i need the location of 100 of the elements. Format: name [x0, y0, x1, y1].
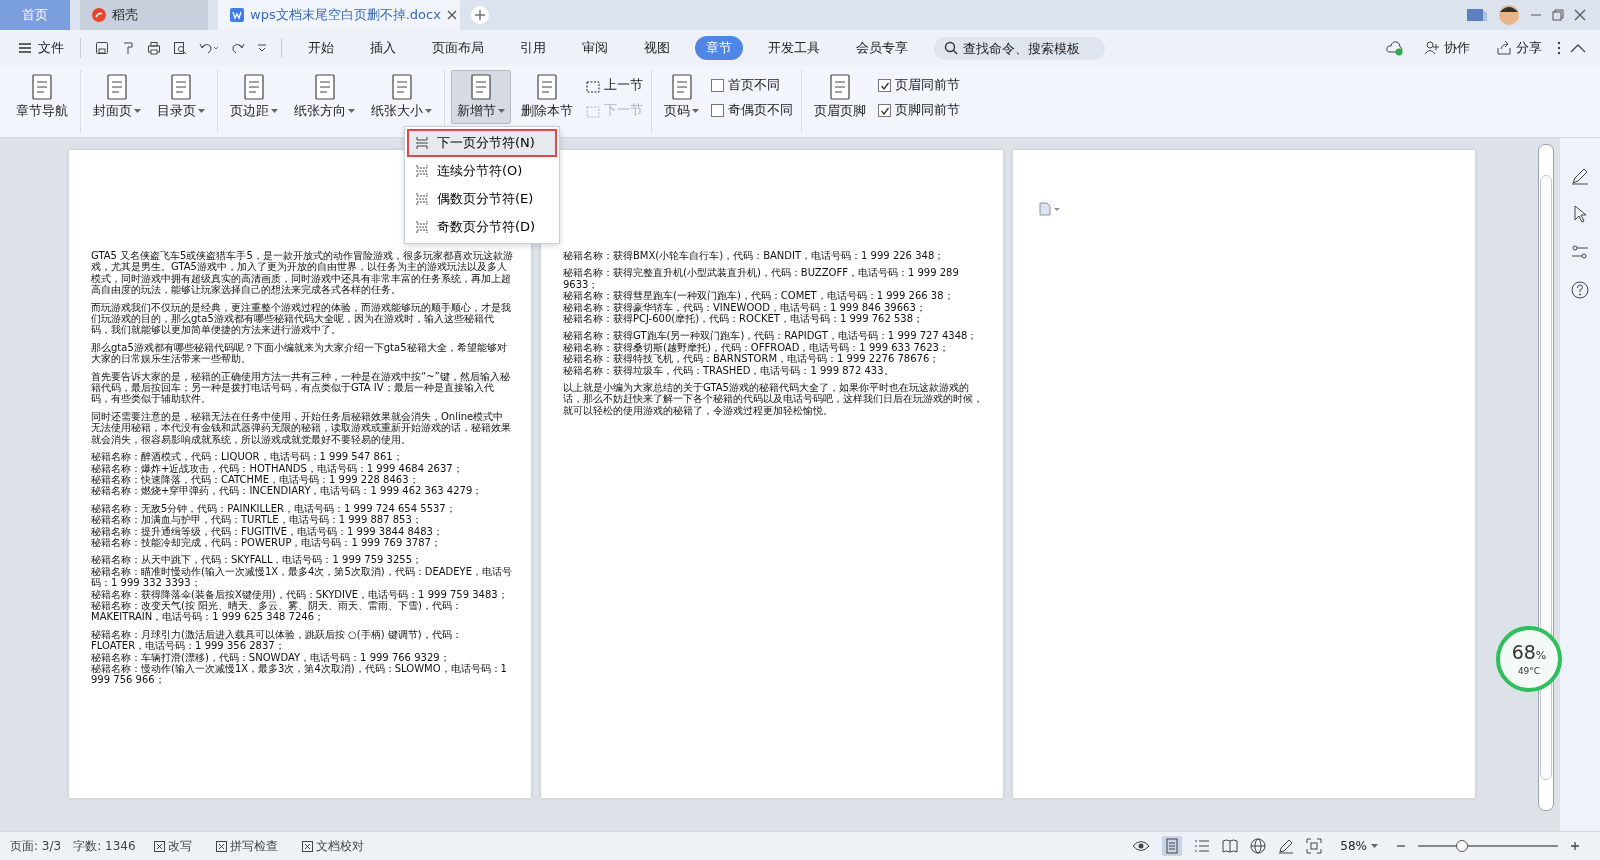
print-icon[interactable] — [147, 41, 161, 55]
app-logo-icon — [92, 8, 106, 22]
checkbox-label[interactable]: 页眉同前节 — [895, 77, 960, 94]
save-icon[interactable] — [95, 41, 109, 55]
caret-icon — [1371, 843, 1378, 849]
zoom-in-icon[interactable] — [1570, 841, 1580, 851]
cloud-sync-icon[interactable] — [1386, 40, 1404, 56]
crossed-box-icon — [215, 840, 227, 852]
collapse-icon[interactable] — [1570, 43, 1586, 53]
document-text: 秘籍名称：获得GT跑车(另一种双门跑车)，代码：RAPIDGT，电话号码：1 999 727 4348； — [563, 330, 979, 342]
avatar-icon[interactable] — [1498, 4, 1520, 26]
book-icon[interactable] — [1222, 839, 1239, 853]
ribbon-tab[interactable]: 开发工具 — [757, 36, 831, 60]
checkbox-label[interactable]: 页脚同前节 — [895, 102, 960, 119]
header-action-button[interactable]: 协作 — [1418, 38, 1476, 58]
status-toggle[interactable]: 拼写检查 — [209, 836, 284, 856]
pen-icon[interactable] — [1570, 166, 1590, 186]
page-icon — [534, 73, 560, 101]
ribbon-tab[interactable]: 插入 — [359, 36, 407, 60]
checkbox[interactable] — [878, 104, 891, 117]
ribbon-button[interactable]: 新增节 — [451, 70, 511, 124]
close-icon[interactable] — [1574, 9, 1586, 21]
menu-icon — [18, 42, 32, 54]
document-text: 秘籍名称：快速降落，代码：CATCHME，电话号码：1 999 228 8463； — [91, 473, 420, 486]
ribbon-tab[interactable]: 引用 — [509, 36, 557, 60]
ribbon-button[interactable]: 封面页 — [87, 70, 147, 124]
globe-icon[interactable] — [1250, 838, 1267, 854]
checkbox-label[interactable]: 奇偶页不同 — [728, 102, 793, 119]
document-text: 而玩游戏我们不仅玩的是经典，更注重整个游戏过程的体验，而游戏能够玩的顺手顺心，才是我们玩游戏的目的，那么gta5游戏都有哪些秘籍代码大全呢，因为在游戏时，输入这些秘籍代码，我们就能够以更加简单便捷的方法来进行游戏中了。 — [91, 301, 512, 336]
ribbon-button[interactable]: 纸张方向 — [288, 70, 361, 124]
page-icon — [827, 73, 853, 101]
document-tab[interactable]: 稻壳 — [80, 0, 208, 30]
ribbon-button[interactable]: 页边距 — [224, 70, 284, 124]
header-action-button[interactable]: 分享 — [1490, 38, 1548, 58]
new-tab-icon[interactable] — [470, 5, 490, 25]
ribbon-tab[interactable]: 审阅 — [571, 36, 619, 60]
ribbon-button[interactable]: 目录页 — [151, 70, 211, 124]
scrollbar[interactable] — [1538, 144, 1554, 811]
customize-caret-icon[interactable] — [257, 43, 267, 53]
ribbon-button[interactable]: 删除本节 — [515, 70, 579, 124]
document-text: 秘籍名称：技能冷却完成，代码：POWERUP，电话号码：1 999 769 3787； — [91, 536, 442, 549]
ribbon-button[interactable]: 页码 — [658, 70, 705, 124]
badge-icon[interactable] — [1466, 7, 1488, 23]
pen-icon[interactable] — [1278, 838, 1295, 854]
ribbon-tab[interactable]: 页面布局 — [421, 36, 495, 60]
document-text: 秘籍名称：从天中跳下，代码：SKYFALL，电话号码：1 999 759 3255； — [91, 554, 423, 566]
section-icon — [585, 103, 601, 118]
eye-icon[interactable] — [1132, 840, 1151, 852]
check-icon — [879, 105, 890, 116]
ribbon-button[interactable]: 页眉页脚 — [808, 70, 872, 124]
more-icon[interactable] — [1556, 41, 1562, 55]
usage-percent: 68% — [1511, 642, 1547, 665]
slider-thumb[interactable] — [1456, 840, 1469, 852]
ribbon-button[interactable]: 章节导航 — [10, 70, 74, 124]
help-icon[interactable] — [1570, 280, 1590, 300]
page-icon — [29, 73, 55, 101]
page-count: 页面: 3/3 — [10, 837, 62, 855]
checkbox[interactable] — [711, 79, 724, 92]
checkbox-label[interactable]: 首页不同 — [728, 77, 780, 94]
checkbox[interactable] — [878, 79, 891, 92]
document-text: 秘籍名称：加满血与护甲，代码：TURTLE，电话号码：1 999 887 853； — [91, 514, 423, 526]
temperature-widget[interactable]: 68% 49°C — [1496, 626, 1562, 692]
temperature-reading: 49°C — [1517, 666, 1541, 676]
search-field[interactable]: 查找命令、搜索模板 — [934, 36, 1105, 60]
file-menu[interactable]: 文件 — [14, 37, 68, 59]
document-text: 秘籍名称：瞄准时慢动作(输入一次减慢1X，最多4次，第5次取消)，代码：DEADEYE，电话号码：1 999 332 3393； — [91, 565, 513, 589]
sliders-icon[interactable] — [1570, 242, 1590, 262]
word-document-icon — [230, 8, 244, 22]
section-break-icon — [415, 220, 429, 234]
status-toggle[interactable]: 改写 — [147, 836, 198, 856]
check-icon — [879, 80, 890, 91]
document-text: 秘籍名称：获得BMX(小轮车自行车)，代码：BANDIT，电话号码：1 999 226 348； — [563, 250, 946, 262]
page-icon — [104, 73, 130, 101]
document-text: 那么gta5游戏都有哪些秘籍代码呢？下面小编就来为大家介绍一下gta5秘籍大全，希望能够对大家的日常娱乐生活带来一些帮助。 — [91, 341, 508, 365]
status-toggle[interactable]: 文档校对 — [295, 836, 370, 856]
menu-item[interactable]: 下一页分节符(N) — [407, 129, 557, 157]
document-text: 以上就是小编为大家总结的关于GTA5游戏的秘籍代码大全了，如果你平时也在玩这款游戏的话，那么不妨赶快来了解一下各个秘籍的代码以及电话号码吧，这样我们日后在玩游戏的时候，就可以轻松的使用游戏的秘籍了，令游戏过程更加轻松愉悦。 — [563, 382, 984, 417]
fit-page-icon[interactable] — [1306, 838, 1323, 854]
crossed-box-icon — [301, 840, 313, 852]
document-text: 秘籍名称：获得特技飞机，代码：BARNSTORM，电话号码：1 999 2276 78676； — [563, 353, 941, 365]
page-view-icon[interactable] — [1162, 836, 1183, 856]
zoom-dropdown[interactable]: 58% — [1334, 838, 1384, 854]
restore-icon[interactable] — [1552, 9, 1564, 21]
undo-icon[interactable] — [199, 41, 219, 55]
ribbon-tab[interactable]: 章节 — [695, 36, 743, 60]
paste-options-icon[interactable] — [1039, 202, 1061, 216]
ribbon-tab[interactable]: 视图 — [633, 36, 681, 60]
print-preview-icon[interactable] — [173, 41, 187, 55]
ribbon-tab[interactable]: 开始 — [297, 36, 345, 60]
document-text: 同时还需要注意的是，秘籍无法在任务中使用，开始任务后秘籍效果就会消失，Online模式中无法使用秘籍，本代没有金钱和武器弹药无限的秘籍，读取游戏或重新开始游戏的话，秘籍效果就会消失，很容易影响成就系统，所以游戏成就党最好不要轻易的使用。 — [91, 410, 512, 446]
checkbox[interactable] — [711, 104, 724, 117]
redo-icon[interactable] — [231, 41, 245, 55]
document-tab[interactable]: wps文档末尾空白页删不掉.docx — [218, 0, 460, 30]
ribbon-small-button[interactable]: 上一节 — [583, 76, 645, 95]
close-icon[interactable] — [446, 10, 457, 20]
add-person-icon — [1424, 40, 1440, 56]
document-text: 秘籍名称：慢动作(输入一次减慢1X，最多3次，第4次取消)，代码：SLOWMO，电话号码：1 999 756 966； — [91, 663, 508, 686]
section-break-icon — [415, 136, 429, 150]
ribbon-button[interactable]: 纸张大小 — [365, 70, 438, 124]
ribbon-tab[interactable]: 会员专享 — [845, 36, 919, 60]
